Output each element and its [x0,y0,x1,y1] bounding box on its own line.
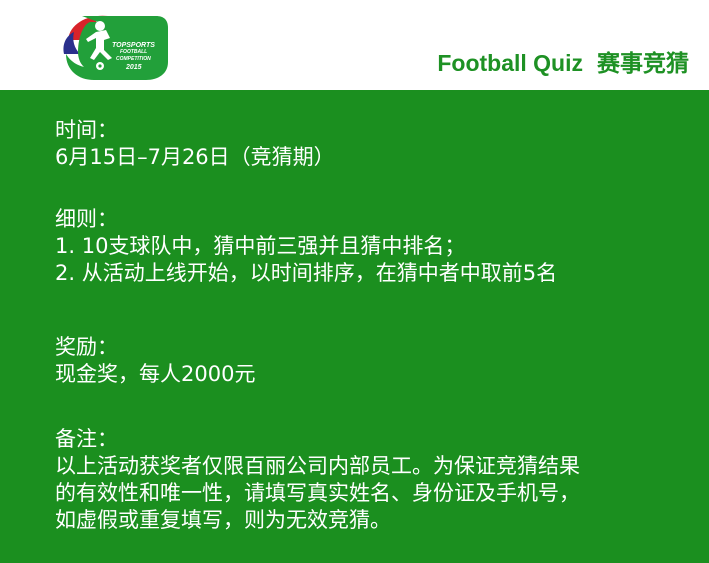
section-reward: 奖励： 现金奖，每人2000元 [55,334,255,388]
section-heading: 备注： [55,427,118,451]
title-chinese: 赛事竞猜 [597,50,689,77]
rule-line: 2. 从活动上线开始，以时间排序，在猜中者中取前5名 [55,261,558,285]
logo-text-topsports: TOPSPORTS [112,42,155,49]
page-title: Football Quiz 赛事竞猜 [437,50,689,77]
logo-text-football: FOOTBALL [120,49,148,55]
section-heading: 奖励： [55,335,118,359]
section-time: 时间： 6月15日–7月26日（竞猜期） [55,117,335,171]
section-note: 备注： 以上活动获奖者仅限百丽公司内部员工。为保证竞猜结果 的有效性和唯一性，请… [55,426,580,534]
note-line: 以上活动获奖者仅限百丽公司内部员工。为保证竞猜结果 [55,454,580,478]
quiz-info-panel: 时间： 6月15日–7月26日（竞猜期） 细则： 1. 10支球队中，猜中前三强… [0,90,709,563]
section-heading: 时间： [55,118,118,142]
logo-text-year: 2015 [126,64,142,71]
header: TOPSPORTS FOOTBALL COMPETITION 2015 Foot… [0,0,709,90]
reward-line: 现金奖，每人2000元 [55,362,256,386]
time-line: 6月15日–7月26日（竞猜期） [55,145,335,169]
note-line: 如虚假或重复填写，则为无效竞猜。 [55,508,391,532]
rule-line: 1. 10支球队中，猜中前三强并且猜中排名； [55,234,466,258]
logo-text-competition: COMPETITION [116,56,151,62]
note-line: 的有效性和唯一性，请填写真实姓名、身份证及手机号， [55,481,580,505]
section-rules: 细则： 1. 10支球队中，猜中前三强并且猜中排名； 2. 从活动上线开始，以时… [55,206,557,287]
title-english: Football Quiz [437,50,583,76]
football-player-logo-icon: TOPSPORTS FOOTBALL COMPETITION 2015 [60,14,170,82]
section-heading: 细则： [55,207,118,231]
